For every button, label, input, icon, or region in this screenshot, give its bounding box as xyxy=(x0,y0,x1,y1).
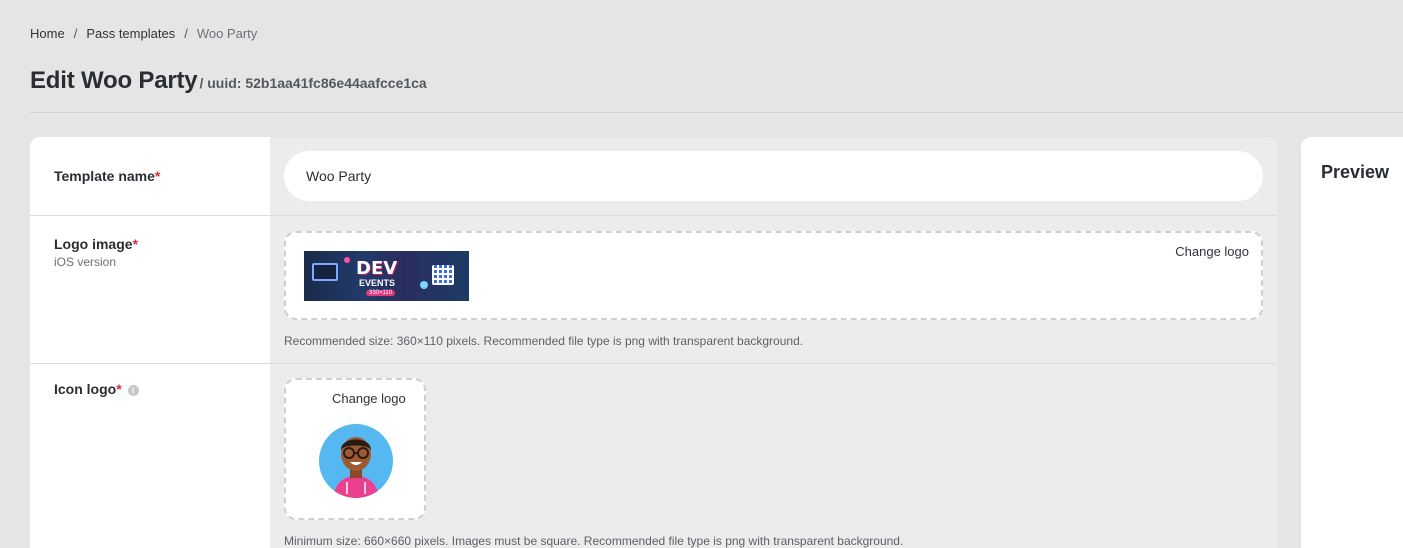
breadcrumb-pass-templates[interactable]: Pass templates xyxy=(86,26,175,41)
logo-image-label: Logo image* xyxy=(54,236,138,252)
template-name-input[interactable] xyxy=(284,151,1263,201)
icon-logo-content: Change logo Minimum size: 660×660 pixels… xyxy=(270,364,1277,548)
logo-image-preview: DEV EVENTS 330×110 xyxy=(304,251,469,301)
logo-image-hint: Recommended size: 360×110 pixels. Recomm… xyxy=(284,334,804,348)
icon-logo-label-text: Icon logo xyxy=(54,381,117,397)
decor-dot xyxy=(420,281,428,289)
logo-image-row: Logo image* iOS version DEV EVENTS 330×1… xyxy=(30,216,1277,363)
template-name-row: Template name* xyxy=(30,137,1277,215)
logo-dev-text: DEV xyxy=(356,258,398,279)
page-title: Edit Woo Party / uuid: 52b1aa41fc86e44aa… xyxy=(30,67,427,95)
uuid-label: / uuid: 52b1aa41fc86e44aafcce1ca xyxy=(199,75,427,91)
icon-logo-label-col: Icon logo* i xyxy=(30,364,270,548)
icon-logo-label: Icon logo* i xyxy=(54,381,139,397)
breadcrumb-home[interactable]: Home xyxy=(30,26,65,41)
preview-panel: Preview xyxy=(1301,137,1403,548)
required-mark: * xyxy=(132,236,139,252)
template-name-label-col: Template name* xyxy=(30,137,270,215)
logo-dropzone[interactable]: DEV EVENTS 330×110 Change logo xyxy=(284,231,1263,320)
breadcrumb-separator: / xyxy=(184,26,188,41)
logo-image-label-text: Logo image xyxy=(54,236,133,252)
breadcrumb-separator: / xyxy=(73,26,78,41)
calendar-icon xyxy=(432,265,454,285)
breadcrumb: Home / Pass templates / Woo Party xyxy=(30,26,257,41)
header-divider xyxy=(30,112,1403,113)
laptop-icon xyxy=(312,263,338,281)
logo-size-tag: 330×110 xyxy=(366,290,396,296)
change-icon-logo-link[interactable]: Change logo xyxy=(332,391,406,406)
template-name-content xyxy=(270,137,1277,215)
logo-image-sublabel: iOS version xyxy=(54,255,117,269)
icon-logo-row: Icon logo* i Change logo Minimum size: 6… xyxy=(30,364,1277,548)
required-mark: * xyxy=(154,168,161,184)
template-name-label-text: Template name xyxy=(54,168,155,184)
logo-image-content: DEV EVENTS 330×110 Change logo Recommend… xyxy=(270,216,1277,363)
info-icon[interactable]: i xyxy=(127,385,139,396)
icon-dropzone[interactable]: Change logo xyxy=(284,378,426,520)
logo-events-text: EVENTS xyxy=(359,278,396,288)
decor-dot xyxy=(344,257,350,263)
preview-title: Preview xyxy=(1321,162,1390,182)
avatar xyxy=(319,424,393,498)
change-logo-link[interactable]: Change logo xyxy=(1175,244,1249,259)
logo-image-label-group: Logo image* iOS version xyxy=(54,236,138,269)
required-mark: * xyxy=(116,381,122,397)
template-name-label: Template name* xyxy=(54,168,160,184)
page-title-text: Edit Woo Party xyxy=(30,67,198,94)
avatar-illustration xyxy=(333,437,379,498)
edit-form-card: Template name* Logo image* iOS version xyxy=(30,137,1277,548)
icon-logo-hint: Minimum size: 660×660 pixels. Images mus… xyxy=(284,534,904,548)
breadcrumb-current: Woo Party xyxy=(196,26,258,41)
logo-image-label-col: Logo image* iOS version xyxy=(30,216,270,363)
